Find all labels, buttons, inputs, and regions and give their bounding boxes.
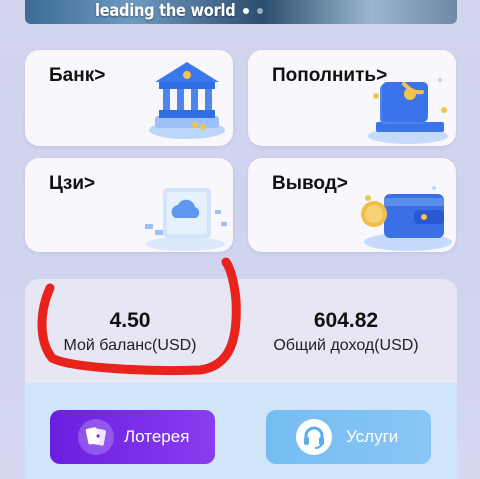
banner-pagination (243, 8, 263, 14)
bank-card-label: Банк> (49, 65, 106, 86)
lottery-button-label: Лотерея (124, 427, 190, 446)
total-income-value: 604.82 (313, 309, 379, 332)
bank-card[interactable]: Банк> (25, 50, 233, 146)
banner-text: leading the world (95, 1, 236, 21)
banner-dot[interactable] (257, 8, 263, 14)
my-balance-stat: 4.50 Мой баланс(USD) (20, 308, 240, 356)
bank-building-icon (149, 62, 225, 139)
total-income-stat: 604.82 Общий доход(USD) (236, 308, 456, 356)
promo-banner[interactable]: leading the world (25, 0, 457, 24)
my-balance-label: Мой баланс(USD) (63, 337, 197, 354)
wallet-topup-icon (368, 78, 448, 144)
headset-icon (296, 419, 332, 455)
wallet-withdraw-icon (361, 186, 452, 251)
service-button-label: Услуги (346, 427, 399, 446)
topup-card[interactable]: Пополнить> (248, 50, 456, 146)
withdraw-card-label: Вывод> (272, 173, 348, 194)
czi-card-label: Цзи> (49, 173, 96, 194)
cards-icon (78, 419, 114, 455)
czi-card[interactable]: Цзи> (25, 158, 233, 252)
my-balance-value: 4.50 (109, 309, 151, 332)
cloud-storage-icon (145, 188, 227, 251)
total-income-label: Общий доход(USD) (273, 337, 419, 354)
withdraw-card[interactable]: Вывод> (248, 158, 456, 252)
lottery-button[interactable]: Лотерея (50, 410, 215, 464)
banner-dot[interactable] (243, 8, 249, 14)
service-button[interactable]: Услуги (266, 410, 431, 464)
